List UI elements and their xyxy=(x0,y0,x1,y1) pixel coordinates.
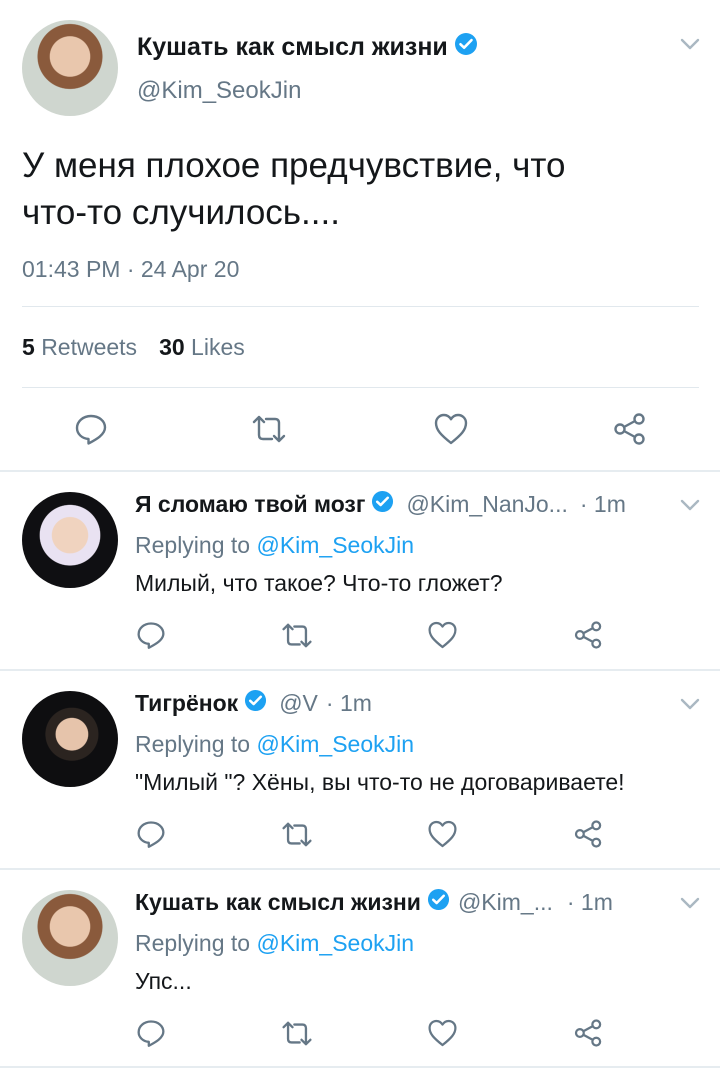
like-icon[interactable] xyxy=(433,412,469,451)
likes-count: 30 xyxy=(159,334,185,360)
retweet-icon[interactable] xyxy=(280,821,314,853)
divider xyxy=(22,387,699,388)
replying-to-link[interactable]: @Kim_SeokJin xyxy=(256,532,414,558)
author-row: Кушать как смысл жизни @Kim_... · 1m xyxy=(135,888,613,917)
reply-icon[interactable] xyxy=(136,620,166,655)
avatar[interactable] xyxy=(22,691,118,787)
author-name[interactable]: Кушать как смысл жизни xyxy=(137,33,448,62)
reply-text: "Милый "? Хёны, вы что-то не договаривае… xyxy=(135,769,625,795)
replying-to: Replying to @Kim_SeokJin xyxy=(135,930,414,957)
reply-tweet[interactable]: Я сломаю твой мозг @Kim_NanJo... · 1m Re… xyxy=(0,472,720,670)
author-name[interactable]: Тигрёнок xyxy=(135,690,238,717)
replying-label: Replying to xyxy=(135,532,251,558)
tweet-timestamp[interactable]: 01:43 PM · 24 Apr 20 xyxy=(22,256,239,283)
like-icon[interactable] xyxy=(427,620,458,655)
replying-label: Replying to xyxy=(135,930,251,956)
avatar[interactable] xyxy=(22,492,118,588)
replying-to: Replying to @Kim_SeokJin xyxy=(135,731,414,758)
tweet-time[interactable]: · 1m xyxy=(567,889,613,916)
author-handle[interactable]: @Kim_NanJo... xyxy=(406,491,567,518)
author-row: Кушать как смысл жизни xyxy=(137,32,478,63)
tweet-text-line: У меня плохое предчувствие, что xyxy=(22,146,566,185)
reply-icon[interactable] xyxy=(74,412,108,451)
author-handle[interactable]: @Kim_SeokJin xyxy=(137,77,301,105)
retweets-label: Retweets xyxy=(41,334,138,360)
author-handle[interactable]: @Kim_... xyxy=(458,889,553,916)
author-name[interactable]: Кушать как смысл жизни xyxy=(135,889,421,916)
replying-to: Replying to @Kim_SeokJin xyxy=(135,532,414,559)
share-icon[interactable] xyxy=(612,412,648,451)
reply-tweet[interactable]: Тигрёнок @V · 1m Replying to @Kim_SeokJi… xyxy=(0,671,720,869)
avatar[interactable] xyxy=(22,890,118,986)
author-row: Тигрёнок @V · 1m xyxy=(135,689,372,718)
like-icon[interactable] xyxy=(427,819,458,854)
replying-to-link[interactable]: @Kim_SeokJin xyxy=(256,731,414,757)
reply-text: Милый, что такое? Что-то гложет? xyxy=(135,570,503,596)
chevron-down-icon[interactable] xyxy=(680,37,700,56)
author-handle[interactable]: @V xyxy=(279,690,318,717)
chevron-down-icon[interactable] xyxy=(680,896,700,915)
verified-badge-icon xyxy=(244,689,267,718)
tweet-time[interactable]: · 1m xyxy=(580,491,626,518)
tweet-time[interactable]: · 1m xyxy=(326,690,372,717)
tweet-text: У меня плохое предчувствие, что что-то с… xyxy=(22,142,702,236)
replying-to-link[interactable]: @Kim_SeokJin xyxy=(256,930,414,956)
reply-tweet[interactable]: Кушать как смысл жизни @Kim_... · 1m Rep… xyxy=(0,870,720,1068)
reply-text: Упс... xyxy=(135,968,192,994)
likes-label: Likes xyxy=(191,334,245,360)
author-name[interactable]: Я сломаю твой мозг xyxy=(135,491,365,518)
retweets-stat[interactable]: 5 Retweets xyxy=(22,334,137,361)
share-icon[interactable] xyxy=(573,620,604,655)
retweet-icon[interactable] xyxy=(250,414,288,449)
tweet-text-line: что-то случилось.... xyxy=(22,193,340,232)
tweet-stats: 5 Retweets 30 Likes xyxy=(22,334,245,361)
chevron-down-icon[interactable] xyxy=(680,697,700,716)
verified-badge-icon xyxy=(427,888,450,917)
retweets-count: 5 xyxy=(22,334,35,360)
likes-stat[interactable]: 30 Likes xyxy=(159,334,245,361)
like-icon[interactable] xyxy=(427,1018,458,1053)
verified-badge-icon xyxy=(454,32,478,63)
chevron-down-icon[interactable] xyxy=(680,498,700,517)
retweet-icon[interactable] xyxy=(280,1020,314,1052)
avatar[interactable] xyxy=(22,20,118,116)
divider xyxy=(22,306,699,307)
reply-icon[interactable] xyxy=(136,819,166,854)
separator xyxy=(0,1066,720,1068)
reply-icon[interactable] xyxy=(136,1018,166,1053)
share-icon[interactable] xyxy=(573,819,604,854)
author-row: Я сломаю твой мозг @Kim_NanJo... · 1m xyxy=(135,490,626,519)
verified-badge-icon xyxy=(371,490,394,519)
retweet-icon[interactable] xyxy=(280,622,314,654)
share-icon[interactable] xyxy=(573,1018,604,1053)
main-tweet: Кушать как смысл жизни @Kim_SeokJin У ме… xyxy=(0,0,720,472)
replying-label: Replying to xyxy=(135,731,251,757)
